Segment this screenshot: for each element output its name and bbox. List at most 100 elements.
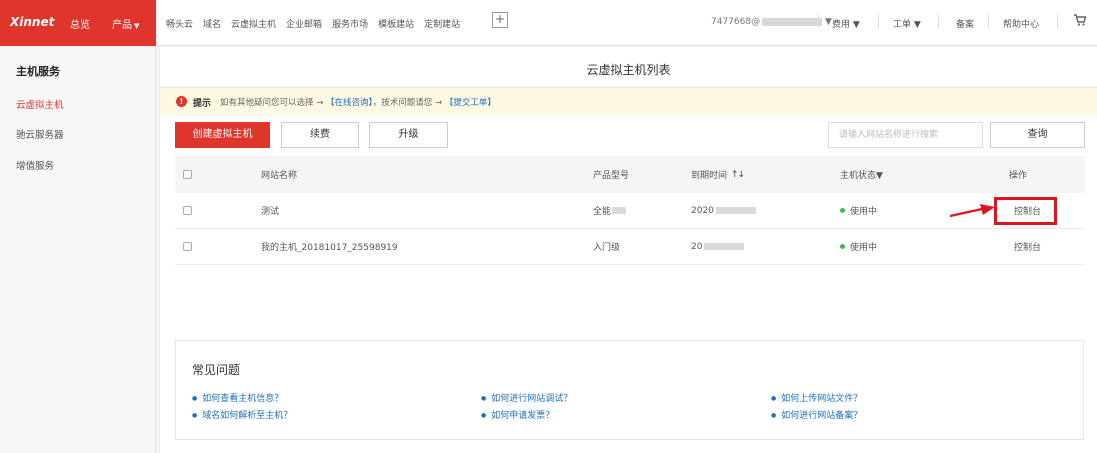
chevron-down-icon: ▼	[913, 20, 921, 30]
tickets-label: 工单	[893, 20, 912, 30]
table-row: 测试 全能 2020 使用中 控制台	[175, 193, 1085, 229]
faq-link[interactable]: 如何进行网站调试？	[481, 391, 572, 404]
faq-link[interactable]: 域名如何解析至主机？	[192, 408, 292, 421]
nav-products-label: 产品	[112, 20, 132, 31]
header-operation: 操作	[1009, 171, 1028, 181]
account-name: 7477668@	[711, 17, 761, 27]
sidebar: 主机服务 云虚拟主机 驰云服务器 增值服务	[0, 47, 156, 453]
nav-products-menu[interactable]: 产品 ▼	[112, 16, 139, 31]
top-link-custom-site[interactable]: 定制建站	[424, 17, 460, 30]
checkbox[interactable]	[183, 170, 192, 179]
page-title: 云虚拟主机列表	[586, 63, 671, 77]
top-nav-bar: Xinnet 总览 产品 ▼ 畅头云 域名 云虚拟主机 企业邮箱 服务市场 模板建…	[0, 0, 1097, 46]
faq-link[interactable]: 如何查看主机信息？	[192, 391, 283, 404]
top-link-template-site[interactable]: 模板建站	[378, 17, 414, 30]
row-site-name: 测试	[261, 207, 280, 217]
cart-icon[interactable]	[1073, 13, 1087, 27]
header-model: 产品型号	[593, 171, 630, 181]
top-link-cloud[interactable]: 畅头云	[166, 17, 193, 30]
sidebar-item-virtual-host[interactable]: 云虚拟主机	[16, 97, 64, 111]
row-status-text: 使用中	[850, 207, 878, 217]
redacted-text	[612, 207, 627, 214]
chevron-down-icon: ▼	[852, 20, 860, 30]
checkbox[interactable]	[183, 206, 192, 215]
faq-panel: 常见问题 如何查看主机信息？ 如何进行网站调试？ 如何上传网站文件？ 域名如何解…	[175, 340, 1084, 440]
top-link-mail[interactable]: 企业邮箱	[286, 17, 322, 30]
status-dot-icon	[840, 244, 845, 249]
header-expire-label: 到期时间	[691, 171, 728, 181]
row-expire-text: 2020	[691, 205, 714, 216]
header-expire[interactable]: 到期时间 ↑↓	[691, 156, 745, 193]
add-shortcut-button[interactable]: +	[492, 12, 508, 28]
row-expire-text: 20	[691, 241, 703, 252]
record-link[interactable]: 备案	[956, 17, 974, 30]
xinnet-logo[interactable]: Xinnet	[10, 15, 54, 29]
chevron-down-icon: ▼	[824, 17, 832, 27]
upgrade-button[interactable]: 升级	[369, 122, 448, 148]
search-input[interactable]: 请输入网站名称进行搜索	[828, 122, 983, 148]
tip-text-b: ，技术问题请您 →	[372, 98, 445, 108]
row-model: 入门级	[593, 243, 621, 253]
faq-link[interactable]: 如何进行网站备案？	[771, 408, 862, 421]
nav-overview[interactable]: 总览	[70, 16, 90, 31]
highlight-box	[994, 197, 1057, 225]
top-links: 畅头云 域名 云虚拟主机 企业邮箱 服务市场 模板建站 定制建站	[166, 17, 460, 30]
sidebar-item-value-added[interactable]: 增值服务	[16, 158, 54, 172]
fees-menu[interactable]: 费用 ▼	[832, 17, 860, 30]
console-button[interactable]: 控制台	[1014, 229, 1041, 264]
divider	[818, 14, 819, 28]
account-name-redacted	[762, 17, 823, 26]
top-link-virtual-host[interactable]: 云虚拟主机	[231, 17, 276, 30]
query-button[interactable]: 查询	[990, 122, 1085, 148]
header-site-name: 网站名称	[261, 171, 298, 181]
table-row: 我的主机_20181017_25598919 入门级 20 使用中 控制台	[175, 229, 1085, 265]
status-dot-icon	[840, 208, 845, 213]
sidebar-item-cloud-server[interactable]: 驰云服务器	[16, 127, 64, 141]
renew-button[interactable]: 续费	[281, 122, 359, 148]
main-panel: 云虚拟主机列表 ! 提示 如有其他疑问您可以选择 → 【在线咨询】，技术问题请您…	[160, 47, 1097, 453]
row-expire: 20	[691, 229, 745, 264]
tip-banner: ! 提示 如有其他疑问您可以选择 → 【在线咨询】，技术问题请您 → 【提交工单…	[160, 88, 1097, 115]
row-model-text: 全能	[593, 207, 612, 217]
row-model: 全能	[593, 193, 627, 228]
row-checkbox[interactable]	[183, 193, 192, 228]
tickets-menu[interactable]: 工单 ▼	[893, 17, 921, 30]
select-all-checkbox[interactable]	[183, 156, 192, 193]
submit-ticket-link[interactable]: 【提交工单】	[445, 98, 496, 108]
tip-label: 提示	[193, 99, 212, 109]
top-link-domain[interactable]: 域名	[203, 17, 221, 30]
host-table: 网站名称 产品型号 到期时间 ↑↓ 主机状态▼ 操作 测试 全能 2020 使用中…	[175, 156, 1085, 265]
row-checkbox[interactable]	[183, 229, 192, 264]
create-virtual-host-button[interactable]: 创建虚拟主机	[175, 122, 270, 148]
redacted-text	[715, 207, 756, 214]
tip-text-a: 如有其他疑问您可以选择 →	[220, 98, 327, 108]
row-site-name: 我的主机_20181017_25598919	[261, 243, 398, 253]
divider	[878, 14, 879, 28]
account-menu[interactable]: 7477668@ ▼	[711, 17, 832, 27]
top-link-market[interactable]: 服务市场	[332, 17, 368, 30]
divider	[938, 14, 939, 28]
chevron-down-icon: ▼	[134, 22, 140, 30]
redacted-text	[704, 243, 745, 250]
row-status-text: 使用中	[850, 243, 878, 253]
fees-label: 费用	[832, 20, 851, 30]
alert-icon: !	[176, 96, 187, 107]
checkbox[interactable]	[183, 242, 192, 251]
divider	[1057, 14, 1058, 28]
table-header: 网站名称 产品型号 到期时间 ↑↓ 主机状态▼ 操作	[175, 156, 1085, 193]
arrow-icon	[950, 204, 995, 218]
online-consult-link[interactable]: 【在线咨询】	[326, 98, 373, 108]
help-center-link[interactable]: 帮助中心	[1003, 17, 1039, 30]
brand-block: Xinnet 总览 产品 ▼	[0, 0, 156, 46]
row-status: 使用中	[840, 193, 877, 228]
sort-icon[interactable]: ↑↓	[731, 170, 745, 180]
sidebar-title: 主机服务	[16, 65, 60, 78]
tip-text: 如有其他疑问您可以选择 → 【在线咨询】，技术问题请您 → 【提交工单】	[220, 96, 496, 108]
row-status: 使用中	[840, 229, 877, 264]
faq-link[interactable]: 如何申请发票？	[481, 408, 554, 421]
faq-link[interactable]: 如何上传网站文件？	[771, 391, 862, 404]
row-expire: 2020	[691, 193, 756, 228]
faq-title: 常见问题	[192, 363, 241, 377]
divider	[988, 14, 989, 28]
header-status-filter[interactable]: 主机状态▼	[840, 156, 883, 193]
